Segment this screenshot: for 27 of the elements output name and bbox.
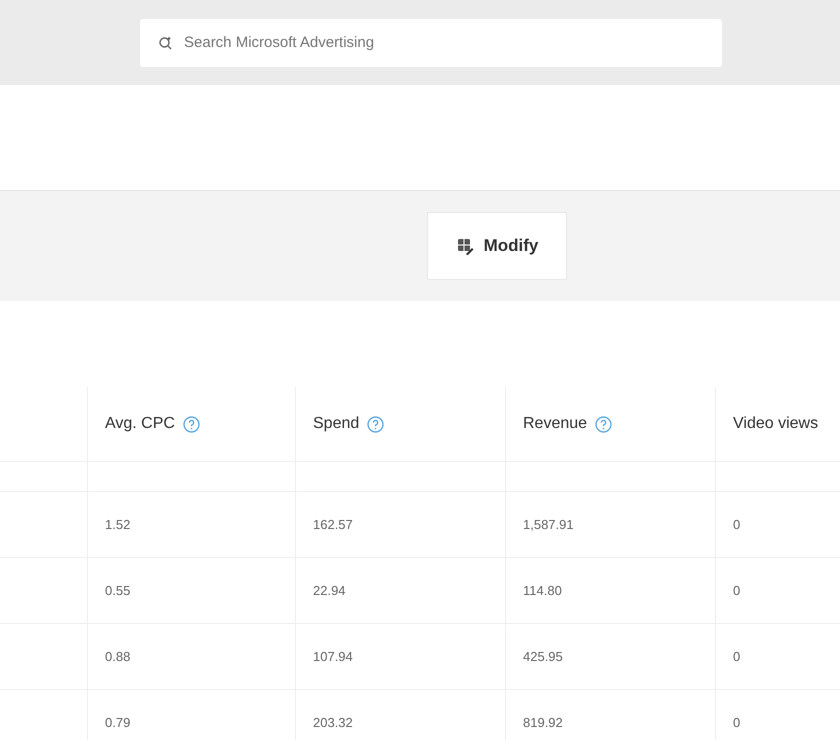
table-cell: 203.32 — [313, 714, 353, 730]
modify-button[interactable]: Modify — [427, 212, 567, 280]
table-cell: 1.52 — [105, 516, 130, 532]
table-cell: 0 — [733, 714, 740, 730]
column-header: Video views — [733, 415, 818, 433]
column-header: Revenue — [523, 415, 588, 433]
help-icon[interactable] — [367, 416, 384, 432]
table-cell: 0.79 — [105, 714, 130, 730]
search-icon — [158, 34, 174, 50]
help-icon[interactable] — [595, 416, 612, 432]
table-cell: 1,587.91 — [523, 516, 574, 532]
column-header: Avg. CPC — [105, 415, 175, 433]
table-cell: 425.95 — [523, 648, 563, 664]
table-cell: 162.57 — [313, 516, 353, 532]
table-cell: 0.55 — [105, 582, 130, 598]
search-field[interactable]: Search Microsoft Advertising — [140, 18, 722, 66]
table-cell: 107.94 — [313, 648, 353, 664]
table-cell: 0 — [733, 516, 740, 532]
help-icon[interactable] — [182, 416, 200, 432]
table-cell: 114.80 — [523, 582, 562, 598]
table-cell: 0 — [733, 648, 740, 664]
table-cell: 819.92 — [523, 714, 563, 730]
edit-columns-icon — [456, 237, 474, 255]
table-cell: 0 — [733, 582, 740, 598]
table-cell: 0.88 — [105, 648, 130, 664]
table-cell: 22.94 — [313, 582, 346, 598]
column-header: Spend — [313, 415, 360, 433]
